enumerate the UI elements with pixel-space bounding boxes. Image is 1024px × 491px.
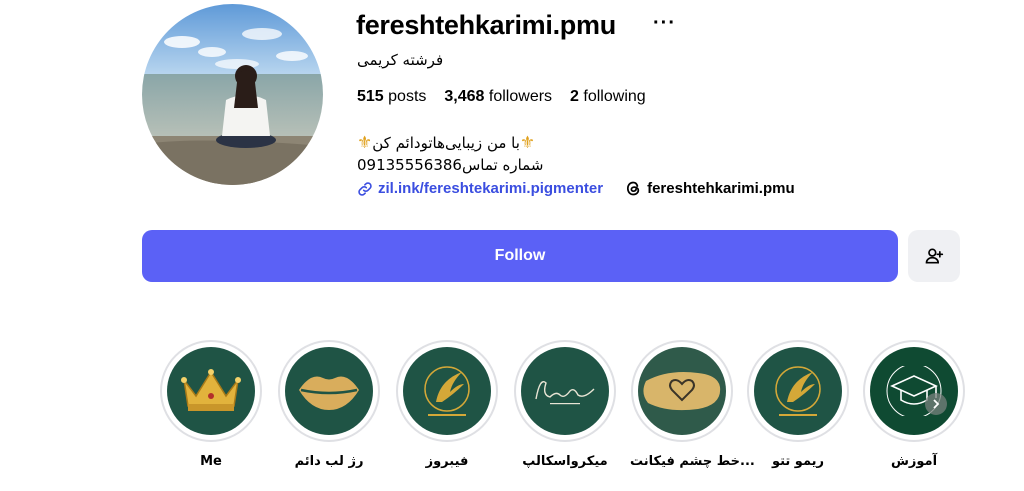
crown-icon	[181, 369, 241, 411]
highlight-label: خط چشم فیکانت...	[630, 454, 755, 469]
highlight-cover	[521, 347, 609, 435]
bio-link[interactable]: zil.ink/fereshtekarimi.pigmenter	[357, 180, 603, 197]
highlight-microscalp[interactable]: میکرواسکالپ	[513, 340, 617, 469]
suggested-accounts-button[interactable]	[908, 230, 960, 282]
highlight-ring	[396, 340, 498, 442]
highlight-cover	[638, 347, 726, 435]
following-label: following	[583, 88, 646, 105]
bio-link-text: zil.ink/fereshtekarimi.pigmenter	[378, 180, 604, 197]
highlight-ring	[160, 340, 262, 442]
profile-full-name: فرشته کریمی	[357, 51, 444, 69]
highlight-lips[interactable]: رژ لب دائم	[277, 340, 381, 469]
bio-line-2: شماره تماس09135556386	[357, 156, 544, 174]
highlight-ring	[514, 340, 616, 442]
avatar-photo	[142, 4, 323, 185]
bio-line-1-row: ⚜ با من زیبایی‌هاتودائم کن ⚜	[357, 132, 577, 154]
link-icon	[358, 181, 372, 196]
logo-wing-icon	[424, 366, 470, 416]
lips-icon	[299, 376, 359, 410]
highlight-eyeliner[interactable]: خط چشم فیکانت...	[630, 340, 755, 469]
signature-icon	[535, 381, 595, 405]
posts-count: 515	[357, 88, 384, 105]
follow-button[interactable]: Follow	[142, 230, 898, 282]
threads-link[interactable]: fereshtehkarimi.pmu	[625, 180, 795, 197]
highlight-label: ریمو تتو	[771, 454, 825, 469]
highlight-ring	[278, 340, 380, 442]
bio-line-1: با من زیبایی‌هاتودائم کن	[372, 134, 520, 152]
highlight-cover	[285, 347, 373, 435]
followers-stat[interactable]: 3,468 followers	[444, 88, 552, 106]
highlight-fibrosis[interactable]: فیبروز	[395, 340, 499, 469]
highlight-cover	[403, 347, 491, 435]
posts-label: posts	[388, 88, 427, 105]
highlights-next-button[interactable]	[925, 393, 947, 415]
posts-stat[interactable]: 515 posts	[357, 88, 426, 106]
highlight-training[interactable]: آموزش	[862, 340, 966, 469]
following-stat[interactable]: 2 following	[570, 88, 646, 106]
profile-links: zil.ink/fereshtekarimi.pigmenter feresht…	[357, 180, 795, 197]
profile-avatar[interactable]	[142, 4, 323, 185]
following-count: 2	[570, 88, 579, 105]
highlight-ring	[747, 340, 849, 442]
highlight-label: آموزش	[890, 454, 938, 469]
highlight-ring	[863, 340, 965, 442]
more-options-icon[interactable]: ···	[653, 12, 676, 35]
fleur-de-lis-icon: ⚜	[357, 133, 373, 153]
followers-label: followers	[488, 88, 553, 105]
logo-wing-icon	[775, 366, 821, 416]
profile-bio: ⚜ با من زیبایی‌هاتودائم کن ⚜ شماره تماس0…	[357, 132, 577, 176]
followers-count: 3,468	[444, 88, 485, 105]
highlight-me[interactable]: Me	[159, 340, 263, 469]
highlight-label: رژ لب دائم	[294, 454, 364, 469]
story-highlights: Me رژ لب دائم فیبروز میکرواسکالپ خط چشم …	[0, 340, 1024, 491]
profile-stats: 515 posts 3,468 followers 2 following	[357, 88, 646, 106]
chevron-right-icon	[933, 399, 940, 409]
fleur-de-lis-icon: ⚜	[519, 133, 536, 153]
highlight-ring	[631, 340, 733, 442]
highlight-cover	[870, 347, 958, 435]
highlight-label: میکرواسکالپ	[522, 454, 608, 469]
profile-username: fereshtehkarimi.pmu	[356, 10, 616, 40]
highlight-label: Me	[200, 454, 222, 469]
add-person-icon	[925, 248, 944, 264]
highlight-remove-tattoo[interactable]: ریمو تتو	[746, 340, 850, 469]
highlight-cover	[754, 347, 842, 435]
heart-icon	[643, 372, 721, 411]
threads-handle: fereshtehkarimi.pmu	[647, 180, 795, 197]
threads-icon	[627, 181, 640, 196]
highlight-label: فیبروز	[425, 454, 469, 469]
highlight-cover	[167, 347, 255, 435]
